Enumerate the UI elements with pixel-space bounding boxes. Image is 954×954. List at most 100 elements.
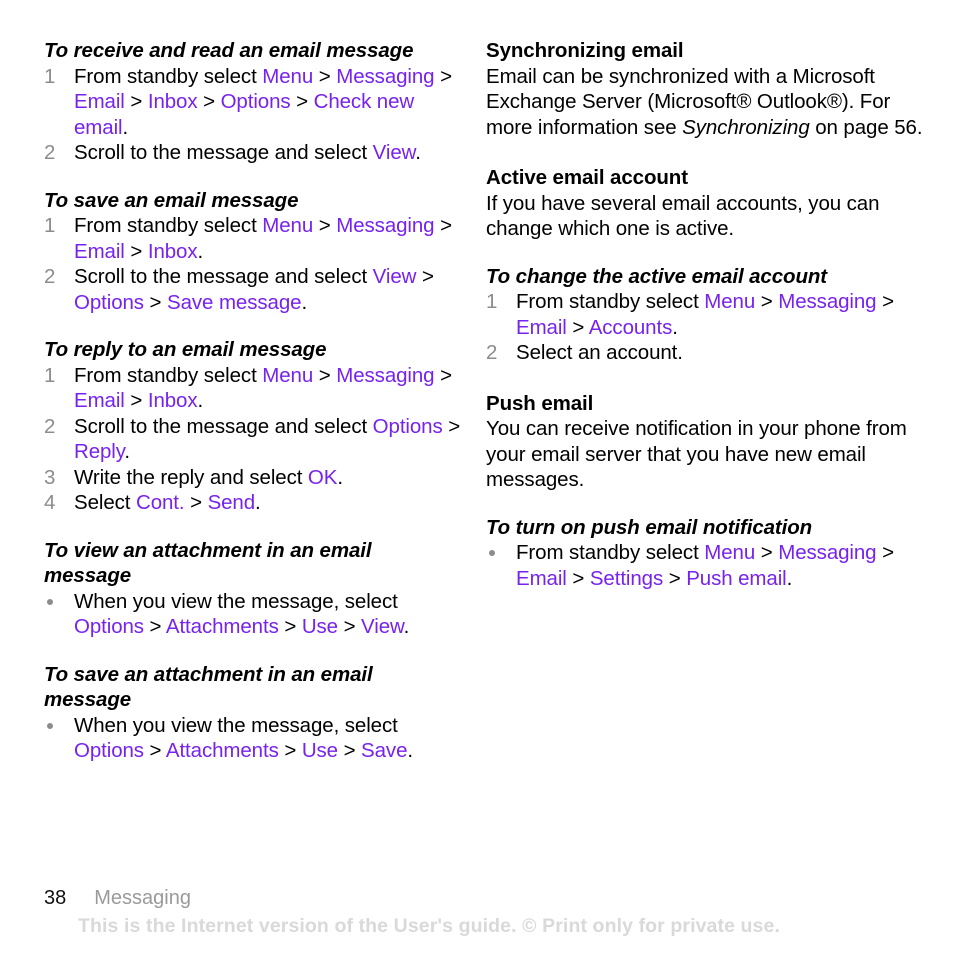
menu-item-ref: Inbox	[147, 239, 198, 263]
body-text-run: From standby select	[516, 541, 705, 564]
body-text-run: .	[197, 389, 204, 412]
menu-item-ref: Options	[74, 290, 144, 314]
menu-item-ref: Send	[207, 491, 256, 514]
step-item: 1 From standby select Menu > Messaging > …	[486, 289, 930, 340]
menu-separator: >	[290, 90, 314, 113]
cross-reference: Synchronizing	[682, 115, 810, 139]
step-number: 3	[44, 465, 56, 489]
step-number: 2	[486, 341, 498, 364]
section-paragraph: Email can be synchronized with a Microso…	[486, 64, 930, 141]
menu-item-ref: Use	[301, 615, 338, 638]
step-number: 1	[44, 64, 56, 88]
menu-item-ref: Menu	[704, 541, 756, 564]
menu-item-ref: OK	[307, 465, 338, 489]
menu-separator: >	[434, 214, 452, 237]
step-item: 1 From standby select Menu > Messaging > …	[44, 363, 461, 414]
menu-separator: >	[434, 363, 452, 387]
numbered-step-list: 1 From standby select Menu > Messaging > …	[486, 289, 930, 366]
body-text-run: When you view the message, select	[74, 713, 398, 737]
step-item: From standby select Menu > Messaging > E…	[486, 540, 930, 591]
menu-separator: >	[124, 239, 148, 263]
bullet-step-list: From standby select Menu > Messaging > E…	[486, 540, 930, 591]
menu-item-ref: Inbox	[147, 90, 198, 113]
menu-item-ref: Email	[516, 315, 567, 339]
menu-separator: >	[755, 541, 779, 564]
menu-item-ref: Save message	[167, 290, 302, 314]
section-paragraph: You can receive notification in your pho…	[486, 416, 930, 493]
menu-separator: >	[755, 290, 779, 313]
step-text: Scroll to the message and select View.	[74, 141, 421, 164]
task-heading: To change the active email account	[486, 264, 828, 288]
menu-separator: >	[313, 64, 337, 88]
menu-separator: >	[143, 290, 168, 314]
body-text-run: Scroll to the message and select	[74, 414, 373, 438]
menu-separator: >	[416, 265, 434, 288]
step-number: 2	[44, 265, 56, 288]
step-text: Scroll to the message and select Options…	[74, 415, 460, 464]
step-number: 2	[44, 141, 56, 164]
menu-item-ref: Options	[74, 739, 144, 762]
menu-separator: >	[124, 90, 148, 113]
body-text-run: on page 56.	[809, 115, 923, 139]
menu-separator: >	[566, 566, 590, 590]
body-text-run: If you have several email accounts, you …	[486, 191, 880, 241]
menu-separator: >	[197, 90, 221, 113]
menu-item-ref: Attachments	[165, 739, 279, 762]
menu-item-ref: Inbox	[147, 389, 198, 412]
step-item: 3 Write the reply and select OK.	[44, 465, 461, 491]
menu-item-ref: Accounts	[588, 315, 673, 339]
menu-item-ref: Attachments	[165, 615, 279, 638]
body-text-run: When you view the message, select	[74, 589, 398, 613]
copyright-watermark: This is the Internet version of the User…	[78, 915, 780, 937]
body-text-run: .	[124, 440, 130, 463]
menu-item-ref: Reply	[74, 440, 125, 463]
step-text: Write the reply and select OK.	[74, 466, 343, 489]
step-number: 1	[486, 290, 498, 313]
menu-separator: >	[313, 214, 337, 237]
step-text: Select Cont. > Send.	[74, 491, 261, 514]
menu-separator: >	[278, 615, 302, 638]
menu-item-ref: Menu	[262, 64, 314, 88]
step-item: 2 Scroll to the message and select Option…	[44, 414, 461, 465]
menu-item-ref: Push email	[686, 566, 787, 590]
body-text-run: Write the reply and select	[74, 465, 308, 489]
menu-separator: >	[442, 414, 461, 438]
body-text-run: .	[407, 739, 413, 762]
chapter-name: Messaging	[94, 887, 191, 909]
body-text-run: You can receive notification in your pho…	[486, 417, 907, 491]
menu-item-ref: Cont.	[135, 491, 185, 514]
menu-item-ref: View	[372, 141, 416, 164]
body-text-run: .	[122, 115, 129, 139]
section-heading: Active email account	[486, 166, 688, 189]
step-text: From standby select Menu > Messaging > E…	[516, 541, 894, 590]
step-item: 2 Scroll to the message and select View >…	[44, 264, 461, 315]
step-item: 2 Scroll to the message and select View.	[44, 140, 461, 166]
page-columns: To receive and read an email message 1 Fro…	[0, 38, 954, 764]
body-text-run: Select an account.	[516, 341, 683, 364]
step-number: 2	[44, 414, 56, 438]
numbered-step-list: 1 From standby select Menu > Messaging > …	[44, 363, 461, 516]
step-number: 1	[44, 363, 56, 387]
body-text-run: Scroll to the message and select	[74, 265, 373, 288]
bullet-dot-icon	[47, 722, 53, 729]
step-text: From standby select Menu > Messaging > E…	[74, 364, 452, 413]
document-page: To receive and read an email message 1 Fro…	[0, 0, 954, 954]
menu-separator: >	[337, 615, 362, 638]
menu-separator: >	[143, 615, 166, 638]
step-item: 2 Select an account.	[486, 340, 930, 366]
menu-separator: >	[124, 389, 148, 412]
body-text-run: .	[337, 465, 343, 489]
menu-item-ref: Menu	[262, 363, 314, 387]
step-item: 1 From standby select Menu > Messaging > …	[44, 64, 461, 141]
menu-item-ref: Email	[74, 239, 125, 263]
step-text: Scroll to the message and select View > …	[74, 265, 434, 314]
step-text: From standby select Menu > Messaging > E…	[74, 65, 452, 139]
menu-separator: >	[876, 290, 894, 313]
step-item: 1 From standby select Menu > Messaging > …	[44, 213, 461, 264]
step-text: From standby select Menu > Messaging > E…	[516, 290, 894, 339]
menu-item-ref: Menu	[262, 214, 314, 237]
step-item: When you view the message, select Option…	[44, 589, 461, 640]
body-text-run: .	[672, 315, 678, 339]
step-text: When you view the message, select Option…	[74, 590, 409, 639]
menu-separator: >	[337, 739, 362, 762]
